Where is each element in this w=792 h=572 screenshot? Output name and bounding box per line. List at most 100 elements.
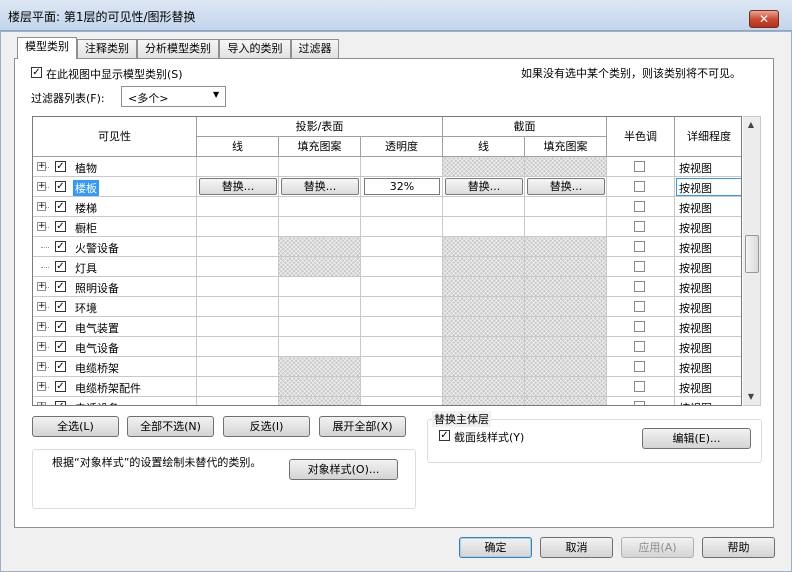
halftone-checkbox[interactable]: [634, 181, 645, 192]
cell-visibility[interactable]: + ✓ 橱柜: [33, 217, 197, 237]
cell-transparency[interactable]: 32%: [361, 177, 443, 197]
halftone-checkbox[interactable]: [634, 241, 645, 252]
cell-halftone[interactable]: [607, 177, 675, 197]
cell-cut-line[interactable]: 替换...: [443, 177, 525, 197]
tab-model-categories[interactable]: 模型类别: [17, 37, 77, 59]
cell-visibility[interactable]: ✓ 火警设备: [33, 237, 197, 257]
cell-transparency[interactable]: [361, 277, 443, 297]
cell-projection-line[interactable]: [197, 317, 279, 337]
cell-cut-line[interactable]: [443, 237, 525, 257]
halftone-checkbox[interactable]: [634, 281, 645, 292]
cell-projection-pattern[interactable]: [279, 397, 361, 405]
halftone-checkbox[interactable]: [634, 161, 645, 172]
cell-cut-pattern[interactable]: [525, 237, 607, 257]
visibility-checkbox[interactable]: ✓: [55, 321, 66, 332]
expand-plus-icon[interactable]: +: [37, 162, 46, 171]
cell-transparency[interactable]: [361, 197, 443, 217]
cell-projection-line[interactable]: 替换...: [197, 177, 279, 197]
expand-plus-icon[interactable]: +: [37, 302, 46, 311]
cell-detail-level[interactable]: 按视图: [675, 377, 741, 397]
cell-halftone[interactable]: [607, 297, 675, 317]
cancel-button[interactable]: 取消: [540, 537, 613, 558]
override-button[interactable]: 替换...: [445, 178, 523, 195]
transparency-value[interactable]: 32%: [364, 178, 440, 195]
cell-halftone[interactable]: [607, 317, 675, 337]
cell-projection-pattern[interactable]: [279, 197, 361, 217]
cell-projection-line[interactable]: [197, 337, 279, 357]
cell-halftone[interactable]: [607, 377, 675, 397]
halftone-checkbox[interactable]: [634, 361, 645, 372]
cell-projection-pattern[interactable]: [279, 257, 361, 277]
col-header-cut-pattern[interactable]: 填充图案: [525, 137, 607, 157]
cell-projection-line[interactable]: [197, 357, 279, 377]
cell-cut-pattern[interactable]: [525, 397, 607, 405]
cell-projection-line[interactable]: [197, 377, 279, 397]
table-row[interactable]: + ✓ 电缆桥架配件 按视图: [33, 377, 741, 397]
cell-detail-level[interactable]: 按视图: [675, 237, 741, 257]
halftone-checkbox[interactable]: [634, 401, 645, 405]
halftone-checkbox[interactable]: [634, 201, 645, 212]
col-header-projection-pattern[interactable]: 填充图案: [279, 137, 361, 157]
cell-detail-level[interactable]: 按视图: [675, 257, 741, 277]
cell-cut-line[interactable]: [443, 197, 525, 217]
visibility-checkbox[interactable]: ✓: [55, 201, 66, 212]
select-all-button[interactable]: 全选(L): [32, 416, 119, 437]
close-button[interactable]: ✕: [749, 10, 779, 28]
cell-visibility[interactable]: + ✓ 电缆桥架配件: [33, 377, 197, 397]
override-button[interactable]: 替换...: [527, 178, 605, 195]
cell-cut-line[interactable]: [443, 257, 525, 277]
cell-halftone[interactable]: [607, 277, 675, 297]
col-header-projection-line[interactable]: 线: [197, 137, 279, 157]
visibility-checkbox[interactable]: ✓: [55, 381, 66, 392]
cell-cut-line[interactable]: [443, 217, 525, 237]
visibility-checkbox[interactable]: ✓: [55, 281, 66, 292]
cell-halftone[interactable]: [607, 157, 675, 177]
cell-cut-pattern[interactable]: [525, 197, 607, 217]
cell-detail-level[interactable]: 按视图: [675, 297, 741, 317]
cell-detail-level[interactable]: 按视图: [675, 217, 741, 237]
cell-transparency[interactable]: [361, 337, 443, 357]
cell-visibility[interactable]: + ✓ 环境: [33, 297, 197, 317]
visibility-checkbox[interactable]: ✓: [55, 161, 66, 172]
expand-plus-icon[interactable]: +: [37, 202, 46, 211]
cell-cut-line[interactable]: [443, 377, 525, 397]
cell-cut-pattern[interactable]: [525, 257, 607, 277]
cell-halftone[interactable]: [607, 337, 675, 357]
expand-plus-icon[interactable]: +: [37, 342, 46, 351]
edit-button[interactable]: 编辑(E)...: [642, 428, 751, 449]
scroll-thumb[interactable]: [745, 235, 759, 273]
cell-transparency[interactable]: [361, 157, 443, 177]
col-header-halftone[interactable]: 半色调: [607, 117, 675, 157]
cell-transparency[interactable]: [361, 377, 443, 397]
scroll-up-arrow-icon[interactable]: ▲: [743, 117, 759, 133]
scroll-down-arrow-icon[interactable]: ▼: [743, 389, 759, 405]
cell-halftone[interactable]: [607, 217, 675, 237]
cell-projection-line[interactable]: [197, 277, 279, 297]
cell-transparency[interactable]: [361, 397, 443, 405]
table-row[interactable]: + ✓ 照明设备 按视图: [33, 277, 741, 297]
col-header-visibility[interactable]: 可见性: [33, 117, 197, 157]
cell-visibility[interactable]: ✓ 灯具: [33, 257, 197, 277]
cell-visibility[interactable]: + ✓ 楼板: [33, 177, 197, 197]
cell-halftone[interactable]: [607, 237, 675, 257]
cell-cut-line[interactable]: [443, 317, 525, 337]
halftone-checkbox[interactable]: [634, 381, 645, 392]
expand-plus-icon[interactable]: +: [37, 182, 46, 191]
cell-projection-line[interactable]: [197, 297, 279, 317]
cell-transparency[interactable]: [361, 317, 443, 337]
cell-cut-line[interactable]: [443, 397, 525, 405]
cell-cut-line[interactable]: [443, 297, 525, 317]
expand-plus-icon[interactable]: +: [37, 222, 46, 231]
object-styles-button[interactable]: 对象样式(O)...: [289, 459, 398, 480]
expand-plus-icon[interactable]: +: [37, 382, 46, 391]
select-none-button[interactable]: 全部不选(N): [127, 416, 214, 437]
table-row[interactable]: + ✓ 楼梯 按视图: [33, 197, 741, 217]
cell-halftone[interactable]: [607, 397, 675, 405]
cell-cut-line[interactable]: [443, 157, 525, 177]
visibility-checkbox[interactable]: ✓: [55, 241, 66, 252]
filter-list-dropdown[interactable]: <多个> ▼: [121, 86, 226, 107]
table-row[interactable]: + ✓ 电缆桥架 按视图: [33, 357, 741, 377]
tab-filters[interactable]: 过滤器: [291, 39, 339, 58]
cell-halftone[interactable]: [607, 357, 675, 377]
cell-detail-level[interactable]: 按视图: [675, 337, 741, 357]
